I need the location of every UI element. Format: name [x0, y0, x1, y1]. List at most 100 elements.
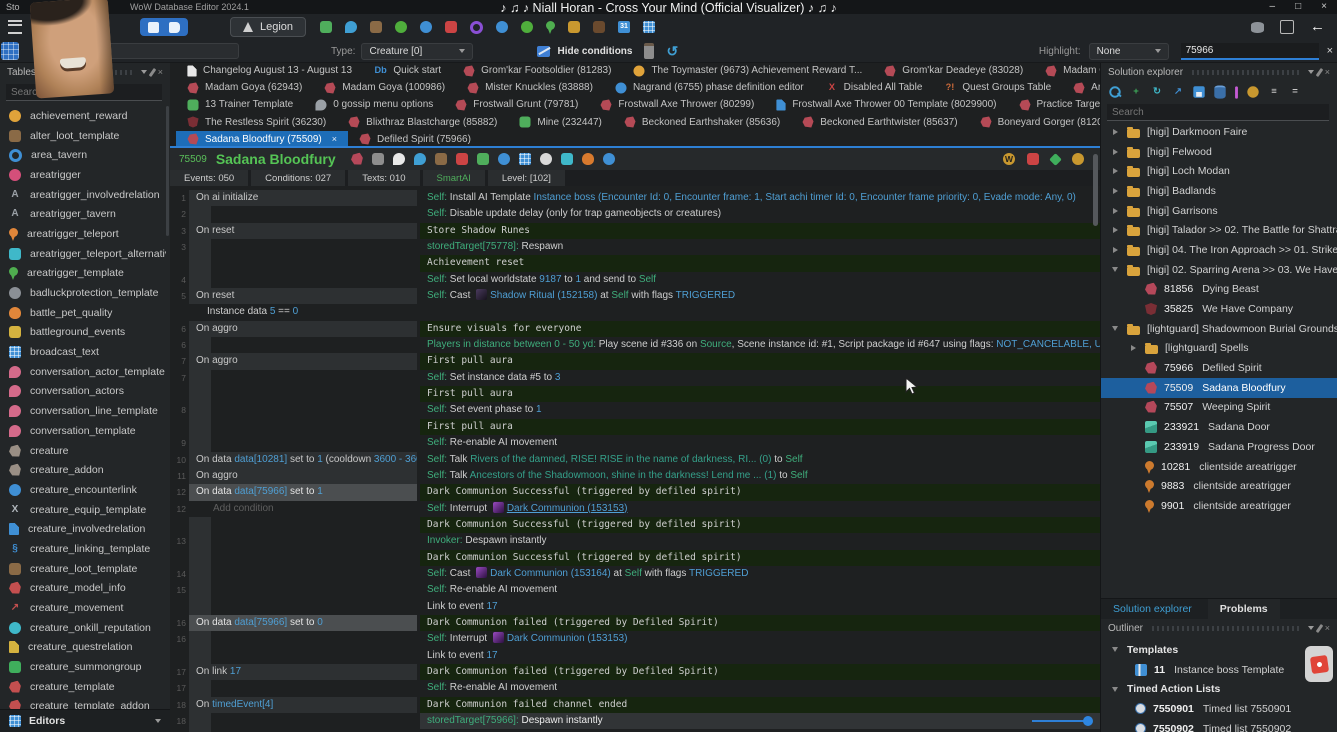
- event-cell[interactable]: On data data[75966] set to 1: [189, 484, 417, 501]
- tree-item-[higi] Badlands[interactable]: [higi] Badlands: [1101, 181, 1337, 201]
- script-comment[interactable]: First pull aura: [420, 353, 1100, 370]
- add-condition-hint[interactable]: Add condition: [189, 501, 274, 517]
- script-row[interactable]: Dark Communion Successful (triggered by …: [170, 549, 1100, 566]
- grid-view-icon[interactable]: [1, 42, 19, 60]
- chevron-down-icon[interactable]: [140, 70, 147, 74]
- script-row[interactable]: 1 On ai initialize Self: Install AI Templa…: [170, 190, 1100, 207]
- script-row[interactable]: Dark Communion Successful (triggered by …: [170, 516, 1100, 534]
- creature-icon[interactable]: [350, 152, 363, 165]
- script-action[interactable]: Self: Re-enable AI movement: [420, 582, 1100, 598]
- tab-Madam Goya (100986)[interactable]: Madam Goya (100986): [313, 79, 456, 96]
- clear-search-icon[interactable]: ×: [1327, 45, 1333, 57]
- sidebar-item-conversation_actors[interactable]: conversation_actors: [0, 382, 166, 402]
- tab-Archmage Celindra (29156)[interactable]: Archmage Celindra (29156): [1062, 79, 1100, 96]
- script-row[interactable]: 17 On link 17 Dark Communion failed (trigg…: [170, 663, 1100, 681]
- tab-Disabled All Table[interactable]: X Disabled All Table: [815, 79, 934, 96]
- sidebar-item-creature_addon[interactable]: creature_addon: [0, 460, 166, 480]
- database-mode-toggle[interactable]: [140, 18, 188, 36]
- script-row[interactable]: 7 Self: Set instance data #5 to 3: [170, 369, 1100, 387]
- script-action[interactable]: Self: Re-enable AI movement: [420, 435, 1100, 451]
- tab-Mine (232447)[interactable]: Mine (232447): [508, 114, 612, 131]
- refresh-icon[interactable]: ↻: [1151, 86, 1162, 97]
- chevron-down-icon[interactable]: [155, 719, 161, 723]
- script-action[interactable]: Players in distance between 0 - 50 yd: P…: [420, 337, 1100, 353]
- script-row[interactable]: 16 Self: Interrupt Dark Communion (153153…: [170, 631, 1100, 648]
- tab-problems[interactable]: Problems: [1207, 599, 1280, 619]
- sidebar-item-battle_pet_quality[interactable]: battle_pet_quality: [0, 303, 166, 323]
- event-cell[interactable]: On data data[10281] set to 1 (cooldown 3…: [189, 451, 417, 468]
- menu-icon[interactable]: [8, 20, 22, 34]
- event-cell[interactable]: On aggro: [189, 353, 417, 370]
- tree-item-10281[interactable]: 10281 clientside areatrigger: [1101, 457, 1337, 477]
- script-action[interactable]: Self: Interrupt Dark Communion (153153): [420, 631, 1100, 647]
- script-row[interactable]: First pull aura: [170, 418, 1100, 436]
- tree-item-9883[interactable]: 9883 clientside areatrigger: [1101, 476, 1337, 496]
- sidebar-item-creature_template[interactable]: creature_template: [0, 677, 166, 697]
- sidebar-item-creature_linking_template[interactable]: § creature_linking_template: [0, 539, 166, 559]
- script-comment[interactable]: Ensure visuals for everyone: [420, 320, 1100, 338]
- sidebar-item-areatrigger_teleport_alternative[interactable]: areatrigger_teleport_alternative: [0, 244, 166, 264]
- sidebar-item-area_tavern[interactable]: area_tavern: [0, 145, 166, 165]
- sidebar-item-creature_template_addon[interactable]: creature_template_addon: [0, 697, 166, 710]
- sidebar-item-creature_encounterlink[interactable]: creature_encounterlink: [0, 480, 166, 500]
- tree-item-75507[interactable]: 75507 Weeping Spirit: [1101, 398, 1337, 418]
- script-row[interactable]: Achievement reset: [170, 255, 1100, 272]
- tree-item-75509[interactable]: 75509 Sadana Bloodfury: [1101, 377, 1337, 398]
- tab-Grom'kar Deadeye (83028)[interactable]: Grom'kar Deadeye (83028): [873, 62, 1034, 79]
- tab-Nagrand (6755) phase definition editor[interactable]: Nagrand (6755) phase definition editor: [604, 79, 815, 96]
- gold-icon[interactable]: [1247, 86, 1259, 98]
- script-row[interactable]: Instance data 5 == 0: [170, 304, 1100, 320]
- script-action[interactable]: Self: Re-enable AI movement: [420, 680, 1100, 696]
- script-row[interactable]: 12 Add condition Self: Interrupt Dark Comm…: [170, 501, 1100, 517]
- tab-Quest Groups Table[interactable]: ?! Quest Groups Table: [933, 79, 1062, 96]
- chevron-right-icon[interactable]: [1112, 168, 1118, 175]
- script-row[interactable]: 8 Self: Set event phase to 1: [170, 402, 1100, 419]
- script-comment[interactable]: Dark Communion Successful (triggered by …: [420, 549, 1100, 566]
- script-row[interactable]: 3 On reset Store Shadow Runes: [170, 222, 1100, 240]
- tree-item-[higi] Darkmoon Faire[interactable]: [higi] Darkmoon Faire: [1101, 122, 1337, 142]
- sidebar-item-creature_onkill_reputation[interactable]: creature_onkill_reputation: [0, 618, 166, 638]
- sidebar-item-alter_loot_template[interactable]: alter_loot_template: [0, 126, 166, 146]
- tab-Mister Knuckles (83888)[interactable]: Mister Knuckles (83888): [456, 79, 604, 96]
- link-icon[interactable]: [602, 153, 615, 165]
- tree-item-35825[interactable]: 35825 We Have Company: [1101, 299, 1337, 319]
- bear-icon[interactable]: [1072, 153, 1084, 165]
- pin-icon[interactable]: [1315, 623, 1324, 633]
- wowhead-icon[interactable]: W: [1003, 153, 1015, 165]
- expand-icon[interactable]: ↗: [1172, 86, 1183, 97]
- chevron-down-icon[interactable]: [1112, 326, 1118, 332]
- tab-0 gossip menu options[interactable]: 0 gossip menu options: [304, 96, 444, 113]
- sidebar-scrollbar[interactable]: [166, 106, 169, 236]
- sidebar-item-achievement_reward[interactable]: achievement_reward: [0, 106, 166, 126]
- paw-icon[interactable]: [581, 153, 594, 165]
- sidebar-item-conversation_line_template[interactable]: conversation_line_template: [0, 401, 166, 421]
- chevron-right-icon[interactable]: [1112, 187, 1118, 194]
- person-icon[interactable]: [497, 153, 510, 165]
- loot-bag-icon[interactable]: [434, 153, 447, 165]
- script-row[interactable]: 17 Self: Re-enable AI movement: [170, 680, 1100, 697]
- calendar-icon[interactable]: 31: [618, 21, 631, 33]
- tab-close-icon[interactable]: ×: [332, 134, 337, 144]
- sitemap-icon[interactable]: [643, 21, 656, 33]
- back-arrow-icon[interactable]: ←: [1310, 19, 1325, 34]
- sidebar-item-areatrigger_template[interactable]: areatrigger_template: [0, 264, 166, 284]
- align2-icon[interactable]: =: [1289, 86, 1300, 97]
- script-link-row[interactable]: Link to event 17: [420, 599, 1100, 615]
- sidebar-item-badluckprotection_template[interactable]: badluckprotection_template: [0, 283, 166, 303]
- event-cell[interactable]: On aggro: [189, 320, 417, 338]
- chevron-down-icon[interactable]: [1112, 267, 1118, 273]
- clipboard-icon[interactable]: [644, 43, 655, 59]
- script-action[interactable]: Self: Talk Rivers of the damned, RISE! R…: [420, 452, 1100, 468]
- sidebar-item-creature_movement[interactable]: ↗ creature_movement: [0, 598, 166, 618]
- sidebar-item-creature[interactable]: creature: [0, 441, 166, 461]
- clipboard-red-icon[interactable]: [445, 21, 458, 33]
- script-action[interactable]: Self: Disable update delay (only for tra…: [420, 206, 1100, 222]
- sidebar-item-conversation_actor_template[interactable]: conversation_actor_template: [0, 362, 166, 382]
- event-cell[interactable]: On reset: [189, 288, 417, 305]
- script-action[interactable]: Self: Cast Dark Communion (153164) at Se…: [420, 566, 1100, 582]
- tab-Boneyard Gorger (81206)[interactable]: Boneyard Gorger (81206): [969, 114, 1100, 131]
- chat-icon[interactable]: [345, 21, 358, 33]
- script-action[interactable]: storedTarget[75778]: Respawn: [420, 239, 1100, 255]
- script-action[interactable]: Self: Talk Ancestors of the Shadowmoon, …: [420, 468, 1100, 484]
- chevron-right-icon[interactable]: [1112, 148, 1118, 155]
